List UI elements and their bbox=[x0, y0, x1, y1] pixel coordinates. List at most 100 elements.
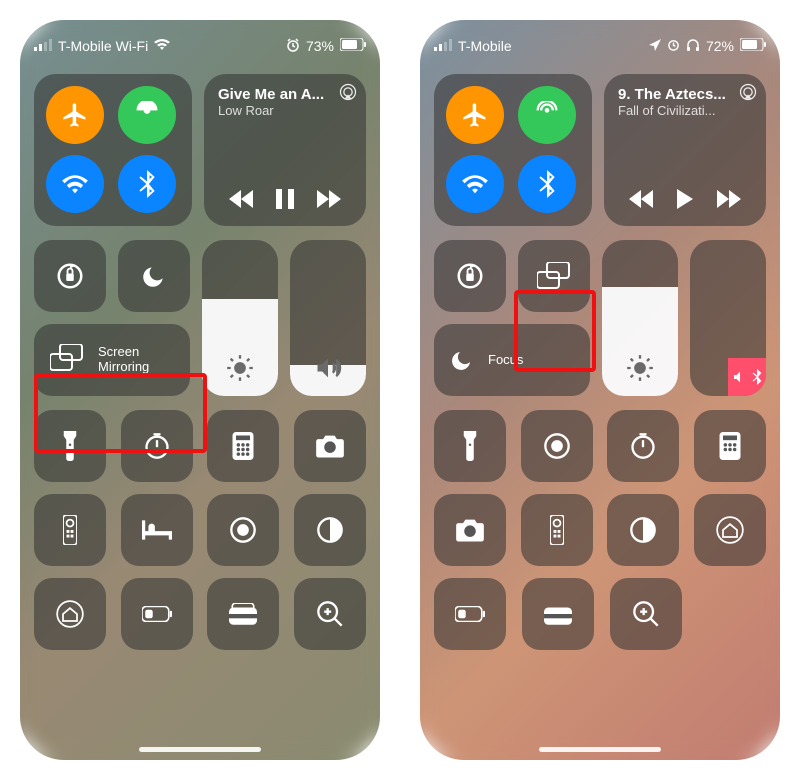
media-panel[interactable]: Give Me an A... Low Roar bbox=[204, 74, 366, 226]
pause-button[interactable] bbox=[276, 189, 294, 214]
calculator-icon bbox=[232, 432, 254, 460]
screen-mirror-label: Screen Mirroring bbox=[98, 345, 149, 375]
half-circle-icon bbox=[316, 516, 344, 544]
volume-slider[interactable] bbox=[690, 240, 766, 396]
carrier-label: T-Mobile bbox=[458, 38, 512, 54]
location-icon bbox=[649, 38, 661, 54]
wallet-button[interactable] bbox=[522, 578, 594, 650]
status-bar: T-Mobile 72% bbox=[434, 32, 766, 60]
screen-mirroring-button[interactable] bbox=[518, 240, 590, 312]
airplane-toggle[interactable] bbox=[46, 86, 104, 144]
brightness-slider[interactable] bbox=[602, 240, 678, 396]
alarm-icon bbox=[667, 38, 680, 54]
magnifier-icon bbox=[316, 600, 344, 628]
focus-label: Focus bbox=[488, 353, 523, 368]
media-subtitle: Low Roar bbox=[218, 103, 352, 118]
camera-button[interactable] bbox=[434, 494, 506, 566]
record-button[interactable] bbox=[521, 410, 593, 482]
airplane-icon bbox=[61, 101, 89, 129]
bluetooth-toggle[interactable] bbox=[518, 155, 576, 213]
orientation-lock-button[interactable] bbox=[34, 240, 106, 312]
camera-button[interactable] bbox=[294, 410, 366, 482]
antenna-icon bbox=[533, 101, 561, 129]
bluetooth-icon bbox=[752, 369, 762, 385]
remote-button[interactable] bbox=[34, 494, 106, 566]
brightness-icon bbox=[202, 354, 278, 382]
screen-mirroring-button[interactable]: Screen Mirroring bbox=[34, 324, 190, 396]
orientation-lock-button[interactable] bbox=[434, 240, 506, 312]
dark-mode-button[interactable] bbox=[294, 494, 366, 566]
remote-button[interactable] bbox=[521, 494, 593, 566]
media-title: 9. The Aztecs... bbox=[618, 86, 752, 103]
flashlight-button[interactable] bbox=[434, 410, 506, 482]
wallet-icon bbox=[544, 603, 572, 625]
focus-button[interactable]: Focus bbox=[434, 324, 590, 396]
record-icon bbox=[543, 432, 571, 460]
wifi-icon bbox=[61, 173, 89, 195]
battery-pct: 72% bbox=[706, 38, 734, 54]
dnd-button[interactable] bbox=[118, 240, 190, 312]
volume-slider[interactable] bbox=[290, 240, 366, 396]
rewind-button[interactable] bbox=[629, 190, 655, 213]
home-indicator bbox=[139, 747, 261, 752]
calculator-icon bbox=[719, 432, 741, 460]
flashlight-button[interactable] bbox=[34, 410, 106, 482]
volume-icon bbox=[732, 369, 748, 385]
record-button[interactable] bbox=[207, 494, 279, 566]
half-circle-icon bbox=[629, 516, 657, 544]
wifi-toggle[interactable] bbox=[446, 155, 504, 213]
connectivity-panel[interactable] bbox=[34, 74, 192, 226]
cellular-toggle[interactable] bbox=[518, 86, 576, 144]
low-power-button[interactable] bbox=[434, 578, 506, 650]
media-subtitle: Fall of Civilizati... bbox=[618, 103, 752, 118]
play-button[interactable] bbox=[676, 189, 694, 214]
battery-icon bbox=[340, 38, 366, 54]
sleep-button[interactable] bbox=[121, 494, 193, 566]
bluetooth-icon bbox=[139, 170, 155, 198]
wallet-button[interactable] bbox=[207, 578, 279, 650]
home-button[interactable] bbox=[34, 578, 106, 650]
airplane-toggle[interactable] bbox=[446, 86, 504, 144]
wifi-icon bbox=[461, 173, 489, 195]
home-indicator bbox=[539, 747, 661, 752]
remote-icon bbox=[550, 515, 564, 545]
brightness-slider[interactable] bbox=[202, 240, 278, 396]
record-icon bbox=[229, 516, 257, 544]
bluetooth-toggle[interactable] bbox=[118, 155, 176, 213]
rewind-button[interactable] bbox=[229, 190, 255, 213]
home-button[interactable] bbox=[694, 494, 766, 566]
airplane-icon bbox=[461, 101, 489, 129]
volume-audio-output bbox=[728, 358, 766, 396]
timer-button[interactable] bbox=[121, 410, 193, 482]
status-bar: T-Mobile Wi-Fi 73% bbox=[34, 32, 366, 60]
home-icon bbox=[56, 600, 84, 628]
connectivity-panel[interactable] bbox=[434, 74, 592, 226]
low-power-button[interactable] bbox=[121, 578, 193, 650]
calculator-button[interactable] bbox=[694, 410, 766, 482]
timer-button[interactable] bbox=[607, 410, 679, 482]
orientation-lock-icon bbox=[55, 261, 85, 291]
media-panel[interactable]: 9. The Aztecs... Fall of Civilizati... bbox=[604, 74, 766, 226]
dark-mode-button[interactable] bbox=[607, 494, 679, 566]
calculator-button[interactable] bbox=[207, 410, 279, 482]
headphones-icon bbox=[686, 38, 700, 55]
wifi-toggle[interactable] bbox=[46, 155, 104, 213]
wallet-icon bbox=[229, 603, 257, 625]
magnifier-button[interactable] bbox=[610, 578, 682, 650]
screen-mirror-icon bbox=[50, 344, 84, 377]
battery-low-icon bbox=[142, 606, 172, 622]
forward-button[interactable] bbox=[315, 190, 341, 213]
cellular-toggle[interactable] bbox=[118, 86, 176, 144]
remote-icon bbox=[63, 515, 77, 545]
battery-low-icon bbox=[455, 606, 485, 622]
forward-button[interactable] bbox=[715, 190, 741, 213]
home-icon bbox=[716, 516, 744, 544]
cell-signal-icon bbox=[34, 38, 52, 54]
antenna-icon bbox=[133, 101, 161, 129]
magnifier-button[interactable] bbox=[294, 578, 366, 650]
carrier-label: T-Mobile Wi-Fi bbox=[58, 38, 148, 54]
magnifier-icon bbox=[632, 600, 660, 628]
alarm-icon bbox=[286, 38, 300, 55]
moon-icon bbox=[450, 348, 474, 372]
timer-icon bbox=[143, 432, 171, 460]
